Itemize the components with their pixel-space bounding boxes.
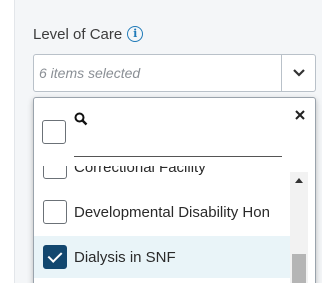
field-label: Level of Care [33, 25, 123, 43]
list-item[interactable]: Correctional Facility [34, 166, 290, 188]
list-item[interactable]: Dialysis in SNF [34, 236, 290, 278]
selected-summary: 6 items selected [39, 65, 141, 81]
search-input[interactable] [74, 132, 282, 157]
select-divider [281, 55, 282, 91]
field-label-row: Level of Care i [33, 24, 144, 44]
options-list: Correctional Facility Developmental Disa… [34, 166, 290, 283]
item-label: Dialysis in SNF [74, 248, 176, 266]
select-all-checkbox[interactable] [42, 120, 66, 144]
level-of-care-screen: Level of Care i 6 items selected Correct… [0, 0, 322, 283]
scroll-up-arrow-icon[interactable] [295, 178, 303, 183]
item-label: Correctional Facility [74, 166, 206, 176]
chevron-down-icon[interactable] [292, 67, 306, 79]
dropdown-panel: Correctional Facility Developmental Disa… [33, 97, 316, 283]
scroll-thumb[interactable] [292, 254, 306, 283]
left-panel-edge [0, 0, 15, 283]
list-item[interactable]: Developmental Disability Hon [34, 191, 290, 233]
item-checkbox-checked[interactable] [43, 245, 67, 269]
info-icon[interactable]: i [127, 26, 144, 42]
scrollbar[interactable] [290, 172, 308, 283]
item-label: Developmental Disability Hon [74, 203, 270, 221]
item-checkbox[interactable] [43, 200, 67, 224]
level-of-care-select[interactable]: 6 items selected [33, 54, 316, 92]
search-icon [74, 112, 88, 126]
item-checkbox[interactable] [43, 166, 67, 179]
close-icon[interactable] [295, 110, 305, 120]
